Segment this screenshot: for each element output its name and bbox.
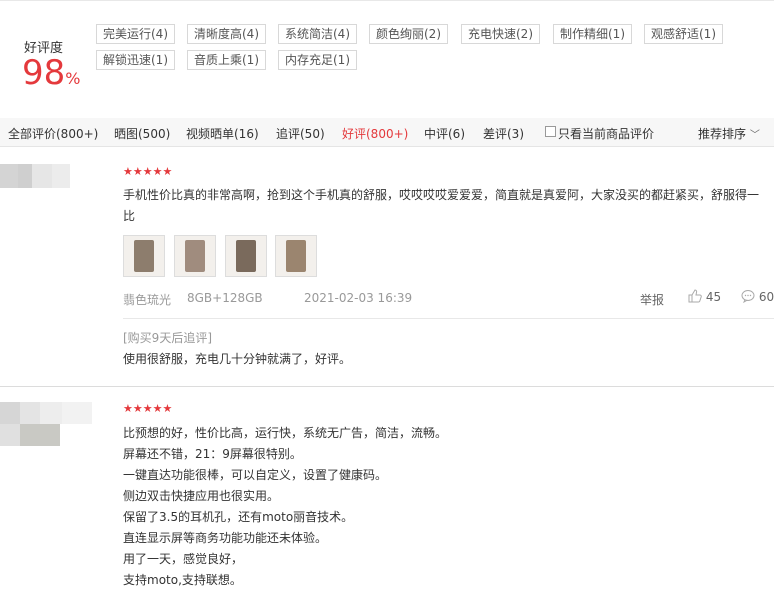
filter-positive[interactable]: 好评(800+): [342, 125, 408, 142]
tag-chip[interactable]: 内存充足(1): [278, 50, 357, 70]
review-divider: [0, 386, 774, 387]
review-date: 2021-02-03 16:39: [304, 291, 413, 305]
avatar-name-blur: [20, 402, 40, 424]
followup-separator: [123, 318, 774, 319]
review-line: 直连显示屏等商务功能功能还未体验。: [123, 531, 328, 545]
filter-all[interactable]: 全部评价(800+): [8, 125, 98, 142]
phone-photo: [286, 240, 306, 272]
reply-count: 60: [758, 290, 774, 304]
tag-chip[interactable]: 解锁迅速(1): [96, 50, 175, 70]
review-line: 屏幕还不错，21：9屏幕很特别。: [123, 447, 302, 461]
review-line: 一键直达功能很棒，可以自定义，设置了健康码。: [123, 468, 388, 482]
review-line: 用了一天，感觉良好，: [123, 552, 244, 566]
review-line: 比预想的好，性价比高，运行快，系统无广告，简洁，流畅。: [123, 426, 448, 440]
followup-text: 使用很舒服，充电几十分钟就满了，好评。: [123, 352, 352, 366]
avatar-name-blur: [52, 164, 70, 188]
good-rate-unit: %: [65, 69, 81, 88]
tag-chip[interactable]: 系统简洁(4): [278, 24, 357, 44]
avatar-name-blur: [40, 402, 62, 424]
sort-label: 推荐排序: [698, 127, 747, 141]
phone-photo: [134, 240, 154, 272]
filter-neutral[interactable]: 中评(6): [424, 125, 465, 142]
current-product-checkbox[interactable]: [545, 126, 556, 137]
review-line: 保留了3.5的耳机孔，还有moto丽音技术。: [123, 510, 354, 524]
comment-icon: [741, 290, 755, 304]
avatar-name-blur: [32, 164, 52, 188]
like-count: 45: [705, 290, 722, 304]
chevron-down-icon: ﹀: [749, 130, 760, 141]
phone-photo: [185, 240, 205, 272]
tag-chip[interactable]: 颜色绚丽(2): [369, 24, 448, 44]
review-thumbnail[interactable]: [275, 235, 317, 277]
product-spec: 8GB+128GB: [187, 291, 263, 305]
review-line: 侧边双击快捷应用也很实用。: [123, 489, 280, 503]
rating-stars: ★★★★★: [123, 402, 173, 415]
report-link[interactable]: 举报: [640, 291, 664, 308]
product-color: 翡色琉光: [123, 293, 172, 307]
avatar-name-blur: [18, 164, 32, 188]
tag-chip[interactable]: 充电快速(2): [461, 24, 540, 44]
review-thumbnail[interactable]: [123, 235, 165, 277]
review-text: 手机性价比真的非常高啊，抢到这个手机真的舒服，哎哎哎哎爱爱爱，简直就是真爱阿，大…: [123, 188, 760, 223]
rating-stars: ★★★★★: [123, 165, 173, 178]
tag-chip[interactable]: 观感舒适(1): [644, 24, 723, 44]
thumb-up-icon: [688, 289, 702, 303]
tag-chip[interactable]: 音质上乘(1): [187, 50, 266, 70]
sort-dropdown[interactable]: 推荐排序 ﹀: [698, 125, 760, 142]
review-line: 支持moto,支持联想。: [123, 573, 242, 587]
review-text: 比预想的好，性价比高，运行快，系统无广告，简洁，流畅。 屏幕还不错，21：9屏幕…: [123, 423, 763, 591]
avatar-name-blur: [62, 402, 92, 424]
review-thumbnail[interactable]: [225, 235, 267, 277]
tag-chip[interactable]: 制作精细(1): [553, 24, 632, 44]
reply-button[interactable]: 60: [741, 289, 774, 304]
avatar: [0, 402, 20, 424]
filter-photos[interactable]: 晒图(500): [114, 125, 170, 142]
review-thumbnail[interactable]: [174, 235, 216, 277]
filter-negative[interactable]: 差评(3): [483, 125, 524, 142]
tag-chip[interactable]: 完美运行(4): [96, 24, 175, 44]
like-button[interactable]: 45: [688, 289, 721, 304]
filter-followup[interactable]: 追评(50): [276, 125, 325, 142]
top-border: [0, 0, 774, 1]
followup-label: [购买9天后追评]: [123, 331, 212, 345]
avatar-name-blur: [0, 424, 20, 446]
tag-chip[interactable]: 清晰度高(4): [187, 24, 266, 44]
avatar-name-blur: [20, 424, 60, 446]
good-rate-score: 98%: [22, 54, 80, 98]
good-rate-number: 98: [22, 53, 66, 93]
avatar: [0, 164, 18, 188]
filter-videos[interactable]: 视频晒单(16): [186, 125, 259, 142]
phone-photo: [236, 240, 256, 272]
current-product-label: 只看当前商品评价: [558, 127, 655, 141]
